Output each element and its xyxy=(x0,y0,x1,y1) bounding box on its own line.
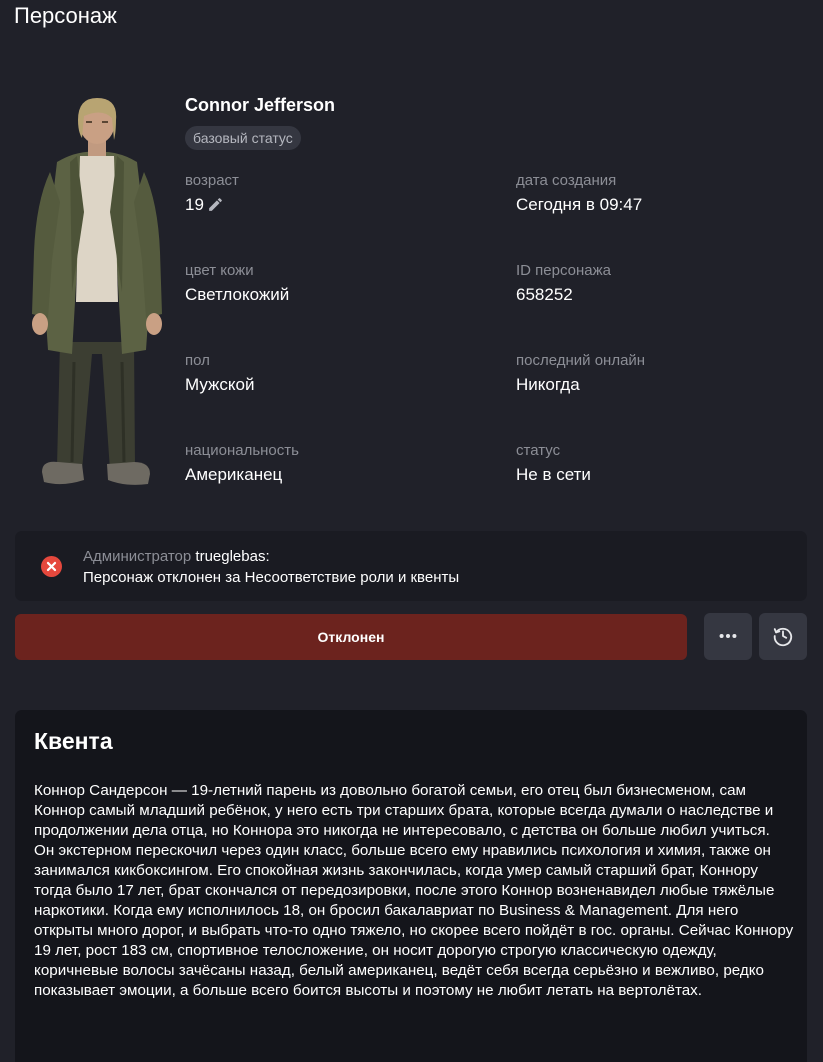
character-id-label: ID персонажа xyxy=(516,262,611,279)
story-text: Коннор Сандерсон — 19-летний парень из д… xyxy=(34,782,794,999)
rejected-status-button[interactable]: Отклонен xyxy=(15,614,687,660)
notice-role: Администратор xyxy=(83,548,192,565)
more-button[interactable] xyxy=(704,613,752,660)
sex-label: пол xyxy=(185,352,210,369)
age-value: 19 xyxy=(185,195,204,214)
online-status-value: Не в сети xyxy=(516,465,591,484)
notice-message: Персонаж отклонен за Несоответствие роли… xyxy=(83,569,460,586)
skin-label: цвет кожи xyxy=(185,262,254,279)
story-card: Квента Коннор Сандерсон — 19-летний паре… xyxy=(15,710,807,1062)
sex-value: Мужской xyxy=(185,375,255,394)
nationality-label: национальность xyxy=(185,442,299,459)
character-id-value: 658252 xyxy=(516,285,573,304)
admin-notice: Администратор trueglebas: Персонаж откло… xyxy=(15,531,807,601)
online-status-label: статус xyxy=(516,442,561,459)
error-x-icon xyxy=(41,556,62,577)
story-title: Квента xyxy=(34,728,113,754)
age-label: возраст xyxy=(185,172,239,189)
created-value: Сегодня в 09:47 xyxy=(516,195,643,214)
last-online-value: Никогда xyxy=(516,375,580,394)
notice-user: trueglebas: xyxy=(195,548,270,565)
page-title: Персонаж xyxy=(14,3,117,28)
character-avatar xyxy=(32,98,162,485)
nationality-value: Американец xyxy=(185,465,283,484)
history-clock-icon xyxy=(773,627,793,647)
last-online-label: последний онлайн xyxy=(516,352,646,369)
created-label: дата создания xyxy=(516,172,617,189)
history-button[interactable] xyxy=(759,613,807,660)
more-dots-icon xyxy=(719,633,737,639)
skin-value: Светлокожий xyxy=(185,285,290,304)
character-name: Connor Jefferson xyxy=(185,95,336,115)
notice-author: Администратор trueglebas: xyxy=(83,548,270,565)
pencil-icon[interactable] xyxy=(207,196,224,213)
status-badge: базовый статус xyxy=(185,126,301,150)
